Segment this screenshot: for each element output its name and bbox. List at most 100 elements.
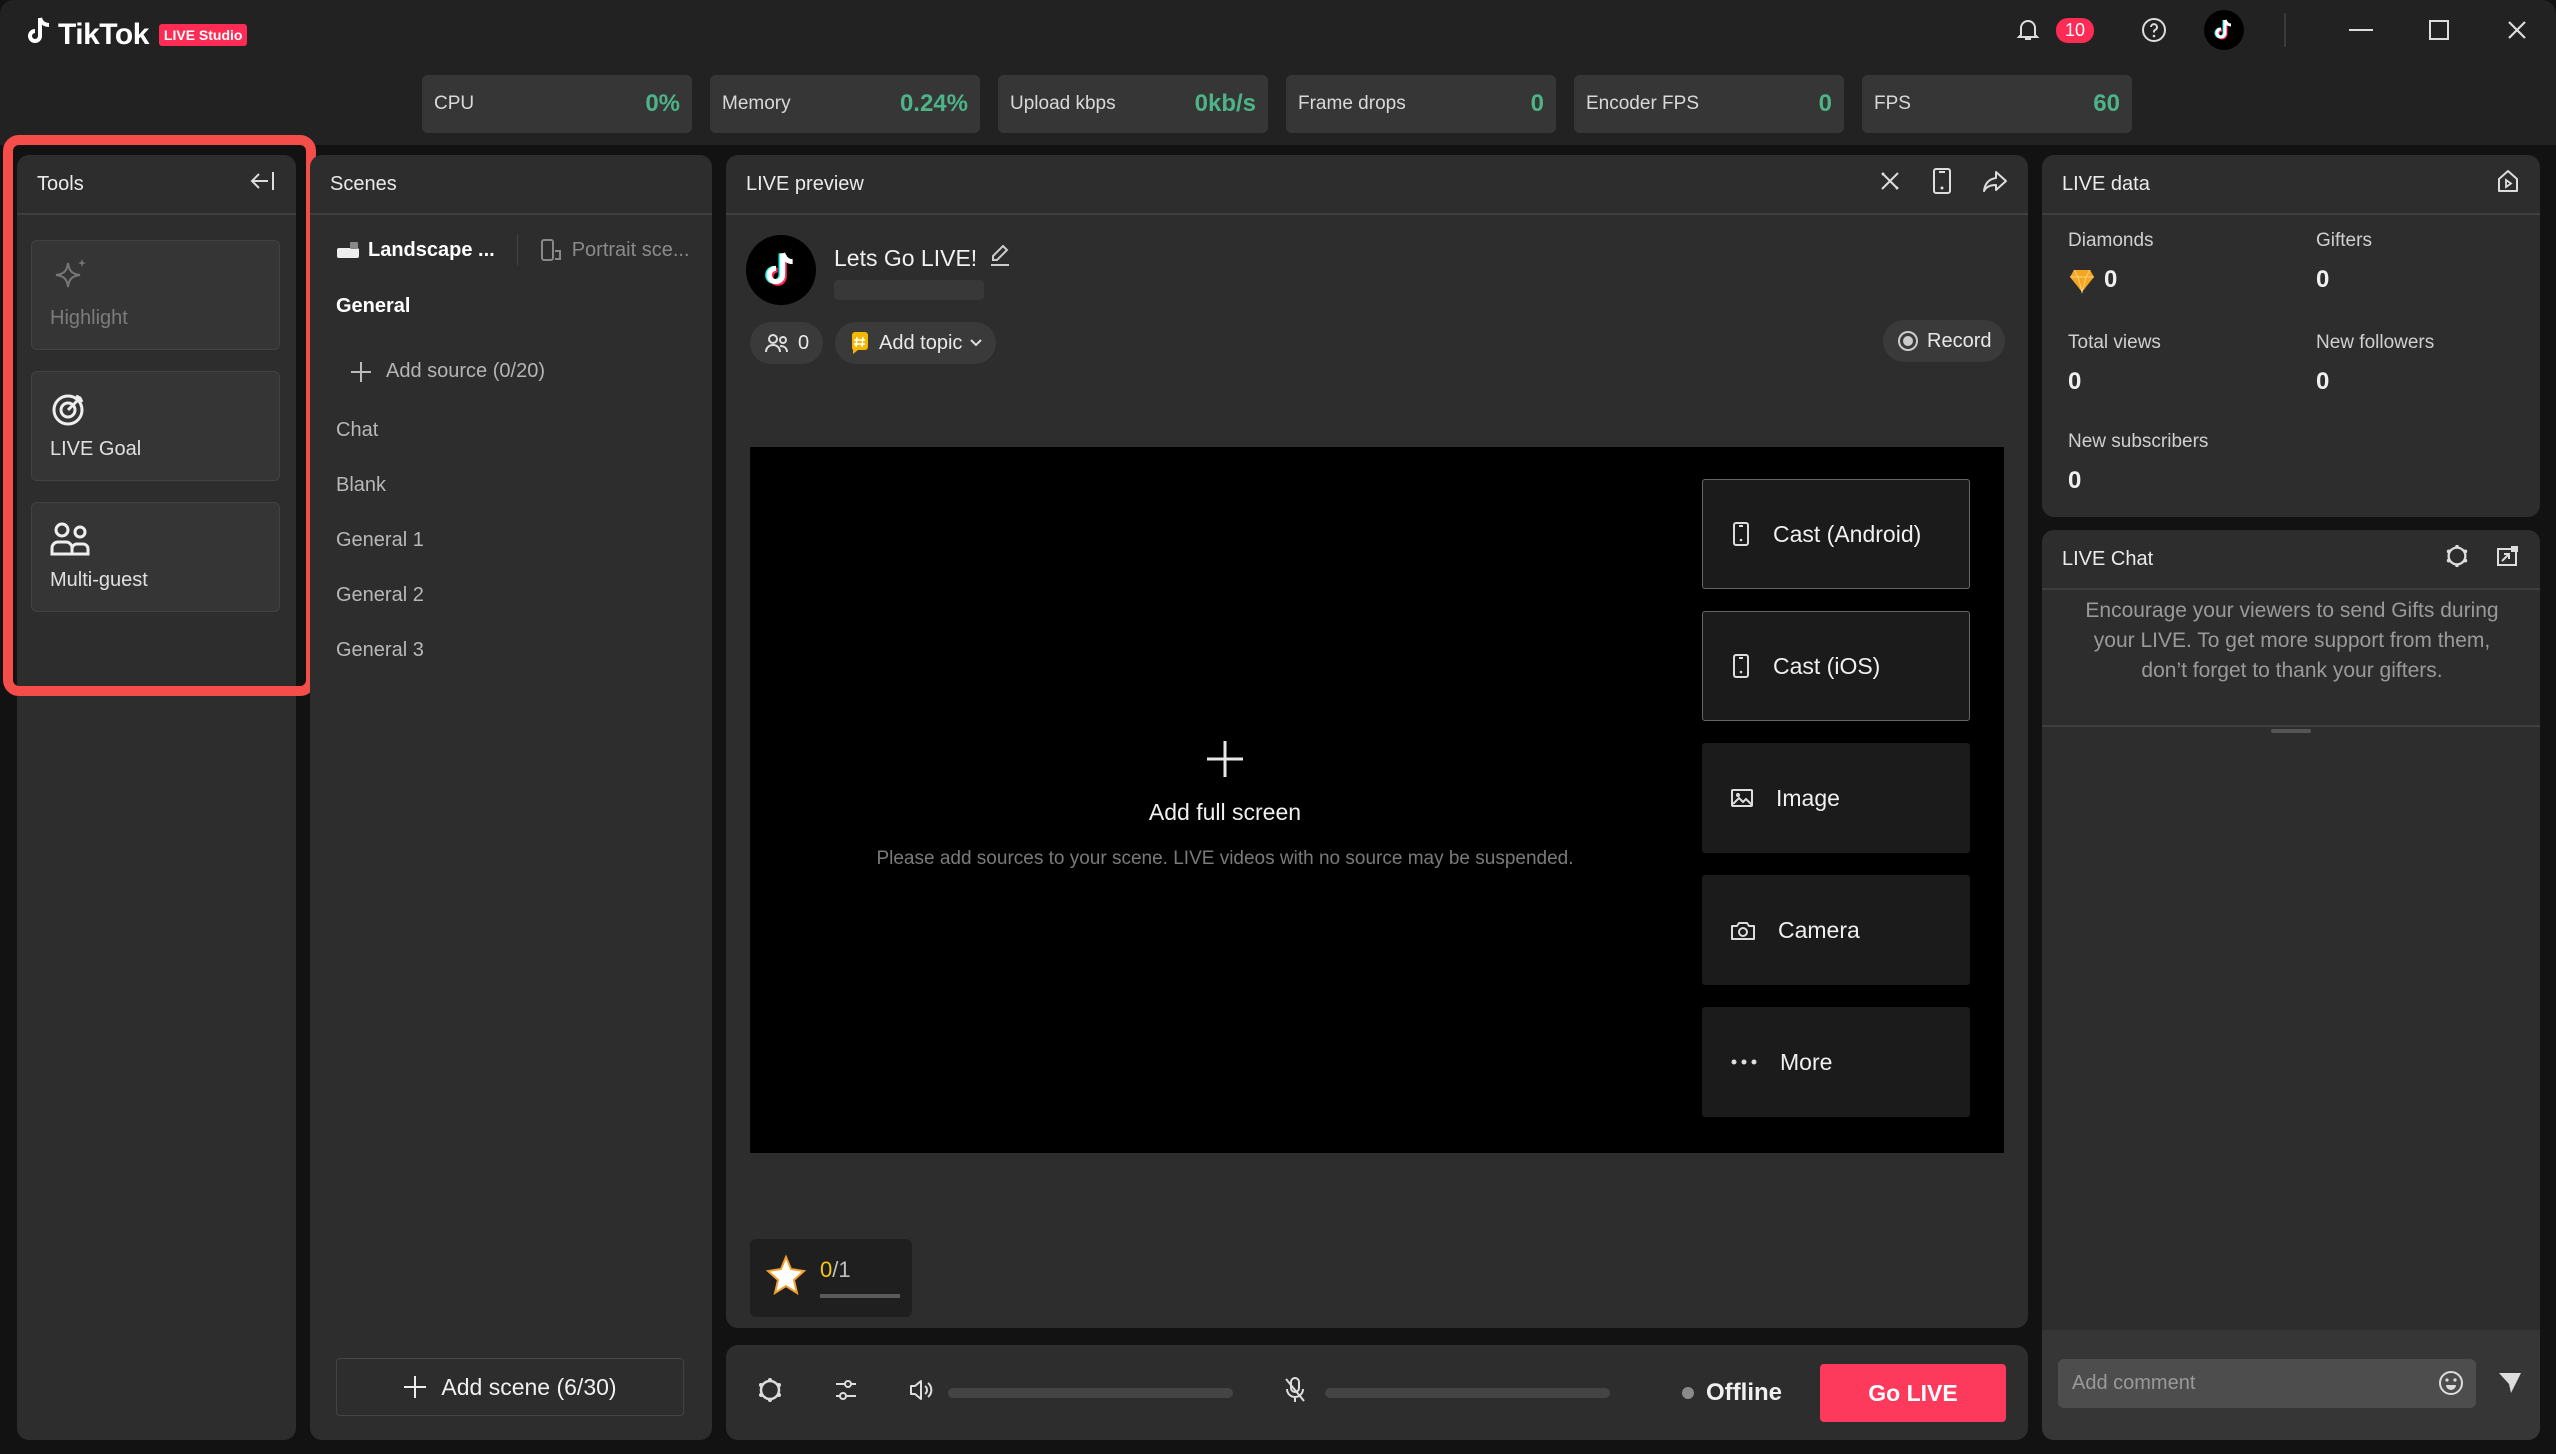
- app-brand: TikTok: [58, 18, 149, 51]
- speaker-icon[interactable]: [908, 1378, 934, 1407]
- metric-diamonds: Diamonds 0: [2068, 230, 2154, 294]
- add-source-button[interactable]: Add source (0/20): [350, 360, 545, 383]
- stream-avatar: [746, 235, 816, 305]
- diamond-icon: [2070, 269, 2094, 294]
- live-center-icon[interactable]: [2496, 168, 2520, 200]
- live-chat-title: LIVE Chat: [2062, 547, 2154, 570]
- tool-multi-guest[interactable]: Multi-guest: [31, 502, 280, 612]
- close-button[interactable]: [2478, 0, 2556, 60]
- cast-android-button[interactable]: Cast (Android): [1702, 479, 1970, 589]
- tab-landscape[interactable]: Landscape ...: [336, 239, 495, 262]
- tool-highlight[interactable]: Highlight: [31, 240, 280, 350]
- app-window: TikTok LIVE Studio 10 CPU 0% Memory 0.24…: [0, 0, 2556, 1454]
- scenes-header: Scenes: [310, 155, 712, 215]
- stream-controls: Offline Go LIVE: [726, 1345, 2028, 1440]
- camera-source-button[interactable]: Camera: [1702, 875, 1970, 985]
- plus-icon: [1205, 731, 1245, 789]
- chat-actions: [2444, 543, 2520, 575]
- tools-header: Tools: [17, 155, 296, 215]
- adjustments-icon[interactable]: [834, 1377, 858, 1408]
- stat-fps: FPS 60: [1862, 75, 2132, 133]
- star-goal-icon: [765, 1254, 807, 1296]
- live-goal-widget[interactable]: 0/1: [750, 1239, 912, 1317]
- comment-input[interactable]: [2058, 1359, 2476, 1408]
- chat-gift-tip: Encourage your viewers to send Gifts dur…: [2085, 599, 2499, 682]
- scenes-title: Scenes: [330, 172, 397, 195]
- phone-preview-icon[interactable]: [1932, 168, 1952, 200]
- collapse-panel-icon[interactable]: [250, 170, 276, 198]
- metric-gifters: Gifters 0: [2316, 230, 2372, 293]
- active-scene-name[interactable]: General: [336, 295, 410, 318]
- tools-title: Tools: [37, 172, 84, 195]
- title-bar-divider: [2284, 13, 2286, 47]
- metric-new-followers: New followers 0: [2316, 332, 2435, 395]
- tools-crossed-icon[interactable]: [1878, 169, 1902, 199]
- plus-icon: [404, 1376, 427, 1398]
- live-chat-panel: LIVE Chat Encourage your viewers to send…: [2042, 530, 2540, 1440]
- scene-item[interactable]: General 1: [336, 525, 424, 580]
- scene-item[interactable]: Chat: [336, 415, 424, 470]
- chat-resize-handle[interactable]: [2271, 729, 2311, 733]
- tab-divider: [516, 235, 518, 265]
- minimize-button[interactable]: [2322, 0, 2400, 60]
- stat-upload: Upload kbps 0kb/s: [998, 75, 1268, 133]
- scenes-panel: Scenes Landscape ... Portrait sce... Gen…: [310, 155, 712, 1440]
- mic-muted-icon[interactable]: [1283, 1376, 1307, 1409]
- add-scene-button[interactable]: Add scene (6/30): [336, 1358, 684, 1416]
- scene-item[interactable]: Blank: [336, 470, 424, 525]
- preview-title: LIVE preview: [746, 172, 864, 195]
- status-dot: [1682, 1386, 1694, 1399]
- viewer-count[interactable]: 0: [750, 322, 824, 364]
- scene-item[interactable]: General 3: [336, 635, 424, 690]
- stream-title: Lets Go LIVE!: [834, 243, 1011, 273]
- settings-icon[interactable]: [756, 1376, 784, 1409]
- live-data-title: LIVE data: [2062, 172, 2150, 195]
- tool-live-goal[interactable]: LIVE Goal: [31, 371, 280, 481]
- mic-volume-slider[interactable]: [1325, 1387, 1610, 1398]
- phone-icon: [1733, 522, 1749, 546]
- sparkle-icon: [50, 255, 261, 299]
- more-sources-button[interactable]: More: [1702, 1007, 1970, 1117]
- scene-list: Chat Blank General 1 General 2 General 3: [336, 415, 424, 690]
- profile-avatar[interactable]: [2204, 10, 2244, 50]
- emoji-icon[interactable]: [2438, 1370, 2464, 1401]
- tiktok-note-icon: [26, 16, 52, 54]
- title-bar: TikTok LIVE Studio 10 CPU 0% Memory 0.24…: [0, 0, 2556, 145]
- record-icon: [1898, 331, 1918, 351]
- maximize-button[interactable]: [2400, 0, 2478, 60]
- no-source-warning: Please add sources to your scene. LIVE v…: [876, 847, 1574, 869]
- image-source-button[interactable]: Image: [1702, 743, 1970, 853]
- tools-panel: Tools Highlight LIVE Goal Multi-guest: [17, 155, 296, 1440]
- help-icon[interactable]: [2134, 10, 2174, 50]
- share-icon[interactable]: [1982, 169, 2008, 199]
- popout-chat-icon[interactable]: [2496, 544, 2520, 574]
- users-icon: [50, 517, 261, 561]
- edit-title-icon[interactable]: [989, 243, 1011, 273]
- tab-portrait[interactable]: Portrait sce...: [540, 239, 690, 262]
- live-chat-header: LIVE Chat: [2042, 530, 2540, 590]
- bell-icon[interactable]: [2008, 10, 2048, 50]
- send-icon[interactable]: [2497, 1370, 2523, 1399]
- stream-status: Offline: [1706, 1378, 1782, 1406]
- chat-settings-icon[interactable]: [2444, 543, 2470, 575]
- stat-encoder-fps: Encoder FPS 0: [1574, 75, 1844, 133]
- go-live-button[interactable]: Go LIVE: [1820, 1364, 2006, 1422]
- metric-total-views: Total views 0: [2068, 332, 2161, 395]
- phone-icon: [1733, 654, 1749, 678]
- scene-orientation-tabs: Landscape ... Portrait sce...: [336, 235, 690, 265]
- speaker-volume-slider[interactable]: [948, 1387, 1233, 1398]
- live-studio-badge: LIVE Studio: [158, 24, 248, 46]
- add-topic-button[interactable]: Add topic: [835, 322, 997, 364]
- live-data-header: LIVE data: [2042, 155, 2540, 215]
- cast-ios-button[interactable]: Cast (iOS): [1702, 611, 1970, 721]
- performance-stats: CPU 0% Memory 0.24% Upload kbps 0kb/s Frame…: [422, 75, 2132, 133]
- more-icon: [1731, 1059, 1757, 1065]
- hashtag-icon: [852, 332, 868, 354]
- preview-actions: [1878, 168, 2008, 200]
- camera-icon: [1731, 922, 1755, 940]
- scene-item[interactable]: General 2: [336, 580, 424, 635]
- notification-count-badge: 10: [2055, 17, 2094, 43]
- goal-progress-text: 0/1: [820, 1257, 851, 1282]
- add-full-screen-area[interactable]: Add full screen Please add sources to yo…: [750, 447, 1700, 1153]
- record-button[interactable]: Record: [1883, 320, 2006, 362]
